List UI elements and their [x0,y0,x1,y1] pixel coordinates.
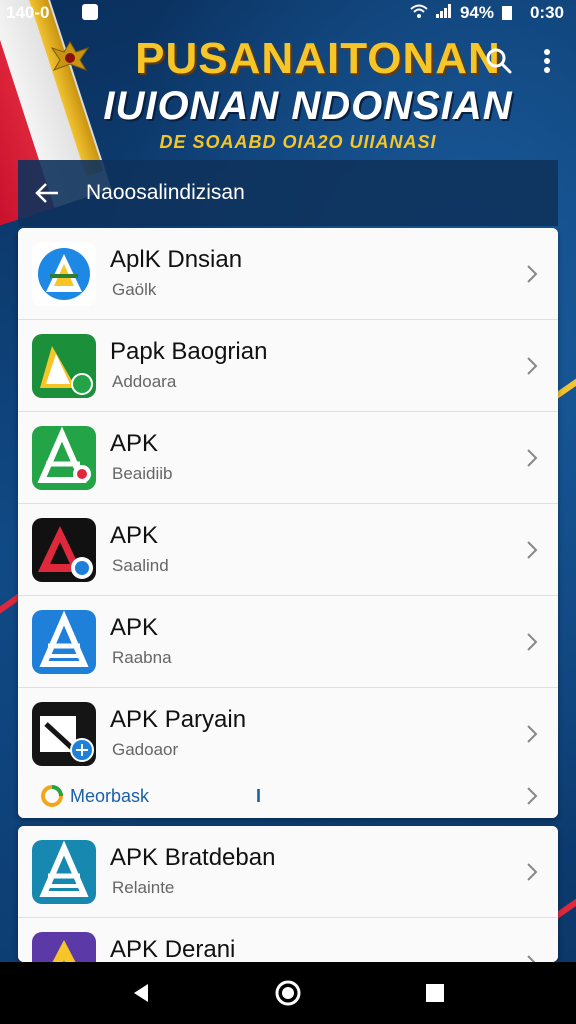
app-subtitle: Beaidiib [112,464,173,483]
feedback-label: Meorbask [70,786,150,806]
chevron-right-icon [527,787,538,805]
apk-icon-teal-tools [32,840,96,904]
status-left-text: 140-0 [6,3,50,22]
list-item[interactable]: APK Saalind [18,504,558,596]
app-name: APK Paryain [110,706,247,733]
list-item[interactable]: Papk Baogrian Addoara [18,320,558,412]
battery-icon [501,6,512,20]
list-item[interactable]: AplK Dnsian Gaölk [18,228,558,320]
signal-icon [435,3,452,23]
feedback-extra: I [256,786,262,806]
feedback-logo-icon [41,785,63,807]
list-item[interactable]: APK Bratdeban Relainte [18,826,558,918]
header-title-line3: DE SOAABD OIA2O UIIANASI [159,132,437,152]
list-item[interactable]: APK Beaidiib [18,412,558,504]
app-list-card: AplK Dnsian Gaölk Papk Baogrian Addoara … [18,228,558,818]
chevron-right-icon [527,449,538,467]
back-triangle-icon[interactable] [126,978,156,1008]
app-subtitle: Saalind [112,556,169,575]
chevron-right-icon [527,955,536,962]
notification-icon [82,4,98,20]
chevron-right-icon [527,541,538,559]
app-subtitle: Raabna [112,648,172,667]
apk-icon-black-tools [32,702,96,766]
app-list-card: APK Bratdeban Relainte APK Derani [18,826,558,962]
system-navigation-bar [0,962,576,1024]
app-subtitle: Gaölk [112,280,157,299]
chevron-right-icon [527,725,538,743]
recents-square-icon[interactable] [420,978,450,1008]
status-bar: 140-0 94% 0:30 [0,0,576,26]
chevron-right-icon [527,863,538,881]
feedback-row[interactable]: Meorbask I [18,772,558,818]
chevron-right-icon [527,633,538,651]
wifi-icon [410,3,428,23]
app-name: Papk Baogrian [110,338,268,365]
list-item[interactable]: APK Paryain Gadoaor [18,688,558,780]
chevron-right-icon [527,265,538,283]
apk-icon-purple-a [32,932,96,962]
app-name: APK [110,522,159,549]
apk-icon-green-tools [32,426,96,490]
more-options-icon[interactable] [530,44,564,78]
app-subtitle: Addoara [112,372,177,391]
battery-text: 94% [459,3,494,22]
app-name: AplK Dnsian [110,246,243,273]
home-circle-icon[interactable] [273,978,303,1008]
navigation-bar: Naoosalindizisan [18,160,558,226]
search-icon[interactable] [482,44,516,78]
app-name: APK [110,430,159,457]
list-item[interactable]: APK Derani [18,918,558,962]
apk-icon-red-a [32,518,96,582]
apk-icon-blue-tools [32,610,96,674]
apk-icon-blue-a [32,242,96,306]
apk-icon-green-a [32,334,96,398]
chevron-right-icon [527,357,538,375]
app-name: APK [110,614,159,641]
list-item[interactable]: APK Raabna [18,596,558,688]
status-time: 0:30 [529,3,564,22]
page-title: Naoosalindizisan [86,181,245,204]
back-arrow-icon[interactable] [30,176,64,210]
app-name: APK Derani [110,936,236,962]
app-name: APK Bratdeban [110,844,276,871]
app-subtitle: Gadoaor [112,740,179,759]
header-title-line2: IUIONAN NDONSIAN [103,84,513,128]
app-subtitle: Relainte [112,878,175,897]
